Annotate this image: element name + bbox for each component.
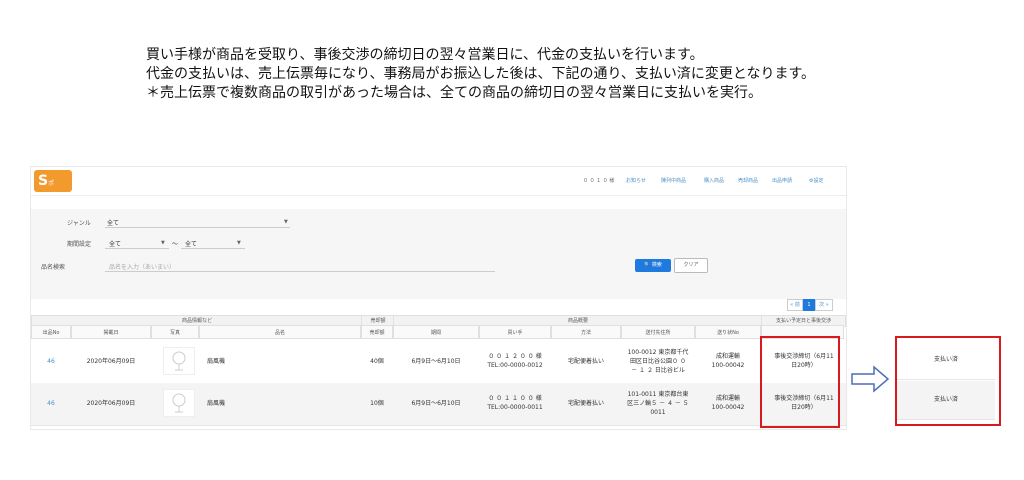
- chevron-down-icon[interactable]: ▼: [161, 240, 165, 246]
- table-row: 46 2020年06月09日 扇風機 10個 6月9日〜6月10日 ０ ０ １ …: [31, 383, 846, 426]
- fan-icon: [172, 393, 186, 413]
- chevron-down-icon[interactable]: ▼: [237, 240, 241, 246]
- product-photo: [163, 347, 195, 375]
- row-tracking-no: 100-00042: [711, 362, 745, 369]
- row-address-1: 100-0012 東京都千代: [627, 349, 689, 356]
- row-carrier: 成和運輸: [715, 353, 740, 360]
- pager-next[interactable]: 次 »: [815, 299, 833, 311]
- name-search-input[interactable]: 品名を入力（あいまい）: [109, 262, 175, 271]
- logo[interactable]: Sポ: [34, 170, 72, 192]
- row-buyer: ０ ０ １ ２ ０ ０ 様 TEL:00-0000-0012: [479, 352, 551, 370]
- col-tracking: 送り状No: [695, 325, 761, 339]
- row-carrier: 成和運輸: [715, 395, 740, 402]
- period-from-select[interactable]: 全て: [109, 239, 121, 248]
- row-method: 宅配便着払い: [567, 400, 604, 407]
- row-method: 宅配便着払い: [567, 358, 604, 365]
- row-buyer-tel: TEL:00-0000-0011: [487, 404, 543, 411]
- col-name: 品名: [199, 325, 361, 339]
- app-window: Sポ ０ ０ １ ０ 様 お知らせ 陳列中商品 購入商品 売却商品 出品申請 ⚙…: [30, 166, 847, 430]
- highlight-box-after: [895, 336, 1001, 426]
- period-from-underline: [105, 248, 169, 249]
- chevron-down-icon[interactable]: ▼: [284, 219, 288, 225]
- col-address: 送付先住所: [621, 325, 695, 339]
- filter-panel: [31, 209, 846, 299]
- name-search-label: 品名検索: [41, 264, 66, 271]
- row-address-3: － １ ２ 日比谷ビル: [631, 367, 685, 374]
- col-no: 出品No: [31, 325, 71, 339]
- row-buyer-name: ０ ０ １ ２ ０ ０ 様: [488, 353, 542, 360]
- row-tracking: 成和運輸 100-00042: [695, 352, 761, 370]
- row-buyer: ０ ０ １ １ ０ ０ 様 TEL:00-0000-0011: [479, 394, 551, 412]
- user-name: ０ ０ １ ０ 様: [583, 178, 615, 184]
- row-tracking: 成和運輸 100-00042: [695, 394, 761, 412]
- nav-apply[interactable]: 出品申請: [772, 177, 792, 184]
- row-date: 2020年06月09日: [86, 400, 136, 407]
- row-period: 6月9日〜6月10日: [411, 400, 461, 407]
- clear-button[interactable]: クリア: [674, 258, 708, 273]
- row-address: 100-0012 東京都千代 田区日比谷公園０ ０ － １ ２ 日比谷ビル: [621, 348, 695, 375]
- row-address-1: 101-0011 東京都台東: [627, 391, 689, 398]
- search-button[interactable]: 🔍 検索: [635, 259, 671, 272]
- product-photo: [163, 389, 195, 417]
- intro-line-1: 買い手様が商品を受取り、事後交渉の締切日の翌々営業日に、代金の支払いを行います。: [146, 47, 704, 63]
- col-date: 掲載日: [71, 325, 151, 339]
- table-row: 46 2020年06月09日 扇風機 40個 6月9日〜6月10日 ０ ０ １ …: [31, 341, 846, 384]
- fan-icon: [172, 351, 186, 371]
- nav-purchased[interactable]: 購入商品: [704, 177, 724, 184]
- app-header: Sポ ０ ０ １ ０ 様 お知らせ 陳列中商品 購入商品 売却商品 出品申請 ⚙…: [31, 167, 846, 196]
- period-separator: 〜: [172, 241, 179, 248]
- intro-line-3: ＊売上伝票で複数商品の取引があった場合は、全ての商品の締切日の翌々営業日に支払い…: [146, 85, 762, 101]
- highlight-box-before: [760, 336, 840, 428]
- nav-listed[interactable]: 陳列中商品: [661, 177, 686, 184]
- row-price: 10個: [370, 400, 384, 407]
- row-address-2: 田区日比谷公園０ ０: [630, 358, 686, 365]
- row-no-link[interactable]: 46: [31, 399, 71, 408]
- logo-sub: ポ: [48, 180, 55, 187]
- row-name: 扇風機: [207, 358, 226, 365]
- row-price: 40個: [370, 358, 384, 365]
- right-arrow-icon: [851, 365, 890, 393]
- row-address-3: 0011: [650, 409, 666, 416]
- genre-underline: [105, 227, 290, 228]
- col-photo: 写真: [151, 325, 199, 339]
- row-buyer-name: ０ ０ １ １ ０ ０ 様: [488, 395, 542, 402]
- row-name: 扇風機: [207, 400, 226, 407]
- row-date: 2020年06月09日: [86, 358, 136, 365]
- period-to-select[interactable]: 全て: [185, 239, 197, 248]
- logo-letter: S: [38, 173, 49, 189]
- nav-news[interactable]: お知らせ: [626, 177, 646, 184]
- genre-select[interactable]: 全て: [107, 218, 119, 227]
- col-method: 方法: [551, 325, 621, 339]
- nav-sold[interactable]: 売却商品: [738, 177, 758, 184]
- row-address: 101-0011 東京都台東 区三ノ輪５ － ４ － ５ 0011: [621, 390, 695, 417]
- col-buyer: 買い手: [479, 325, 551, 339]
- pager-current[interactable]: 1: [803, 299, 815, 311]
- intro-text: 買い手様が商品を受取り、事後交渉の締切日の翌々営業日に、代金の支払いを行います。…: [146, 46, 1006, 103]
- name-search-underline: [105, 271, 495, 272]
- col-period: 期間: [393, 325, 479, 339]
- row-period: 6月9日〜6月10日: [411, 358, 461, 365]
- period-to-underline: [181, 248, 245, 249]
- row-address-2: 区三ノ輪５ － ４ － ５: [627, 400, 689, 407]
- row-tracking-no: 100-00042: [711, 404, 745, 411]
- nav-settings[interactable]: ⚙設定: [809, 177, 823, 184]
- intro-line-2: 代金の支払いは、売上伝票毎になり、事務局がお振込した後は、下記の通り、支払い済に…: [146, 66, 816, 82]
- row-buyer-tel: TEL:00-0000-0012: [487, 362, 543, 369]
- col-price: 売却額: [361, 325, 393, 339]
- row-no-link[interactable]: 46: [31, 357, 71, 366]
- pager-prev[interactable]: « 前: [787, 299, 803, 311]
- genre-label: ジャンル: [67, 220, 91, 227]
- period-label: 期間設定: [67, 241, 92, 248]
